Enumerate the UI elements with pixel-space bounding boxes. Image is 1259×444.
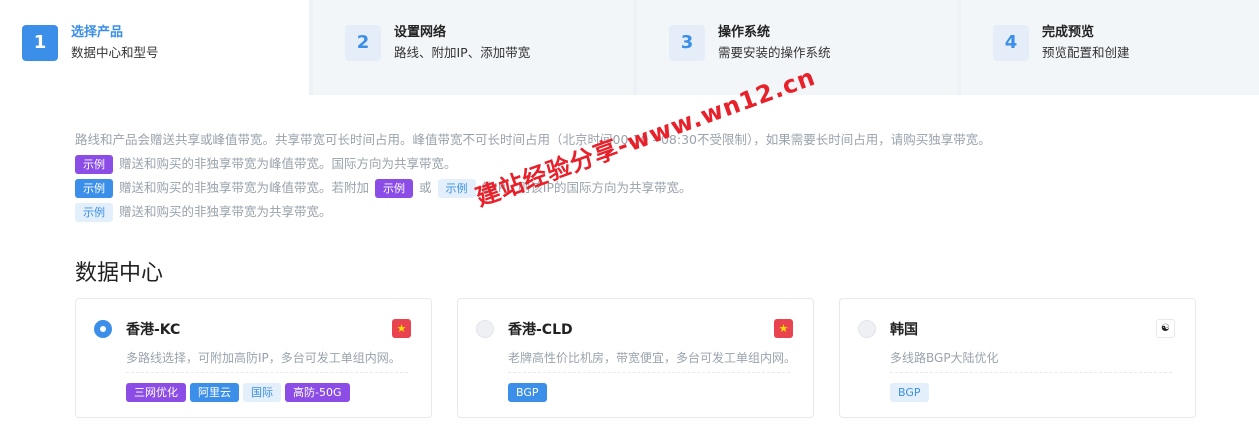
radio-unselected[interactable]: [476, 320, 494, 338]
step-title: 设置网络: [394, 24, 447, 40]
datacenter-tag: 三网优化: [126, 383, 186, 402]
example-tag-light: 示例: [75, 202, 113, 222]
hk-flag-icon: ★: [774, 319, 793, 338]
kr-flag-icon: ☯: [1156, 319, 1175, 338]
step-select-product[interactable]: 1 选择产品 数据中心和型号: [0, 0, 309, 95]
datacenter-desc: 多线路BGP大陆优化: [890, 349, 1172, 373]
radio-selected[interactable]: [94, 320, 112, 338]
step-title: 选择产品: [71, 24, 124, 40]
hk-flag-icon: ★: [392, 319, 411, 338]
step-subtitle: 预览配置和创建: [1042, 44, 1130, 60]
section-title: 数据中心: [75, 261, 164, 286]
datacenter-tag: BGP: [890, 383, 929, 402]
notice-text: 路线和产品会赠送共享或峰值带宽。共享带宽可长时间占用。峰值带宽不可长时间占用（北…: [75, 132, 991, 147]
notice-text: 赠送和购买的非独享带宽为峰值带宽。国际方向为共享带宽。: [119, 156, 457, 171]
datacenter-card-hk-cld[interactable]: 香港-CLD ★ 老牌高性价比机房，带宽便宜，多台可发工单组内网。 BGP: [457, 298, 814, 418]
notice-text: 赠送和购买的非独享带宽为峰值带宽。若附加: [119, 180, 370, 195]
step-number: 1: [22, 24, 58, 61]
step-progress: 1 选择产品 数据中心和型号 2 设置网络 路线、附加IP、添加带宽 3 操作系…: [0, 0, 1259, 95]
step-number: 4: [993, 24, 1029, 61]
datacenter-card-hk-kc[interactable]: 香港-KC ★ 多路线选择，可附加高防IP，多台可发工单组内网。 三网优化 阿里…: [75, 298, 432, 418]
datacenter-list: 香港-KC ★ 多路线选择，可附加高防IP，多台可发工单组内网。 三网优化 阿里…: [75, 298, 1196, 418]
step-subtitle: 需要安装的操作系统: [718, 44, 831, 60]
example-tag-blue: 示例: [75, 178, 113, 198]
step-number: 2: [345, 24, 381, 61]
radio-unselected[interactable]: [858, 320, 876, 338]
notice-line: 示例 赠送和购买的非独享带宽为共享带宽。: [75, 200, 991, 224]
notice-line: 路线和产品会赠送共享或峰值带宽。共享带宽可长时间占用。峰值带宽不可长时间占用（北…: [75, 128, 991, 152]
step-subtitle: 路线、附加IP、添加带宽: [394, 44, 531, 60]
datacenter-tag: 高防-50G: [285, 383, 350, 402]
step-subtitle: 数据中心和型号: [71, 44, 159, 60]
datacenter-desc: 老牌高性价比机房，带宽便宜，多台可发工单组内网。: [508, 349, 796, 373]
datacenter-name: 香港-KC: [126, 322, 181, 338]
datacenter-tag: 国际: [243, 383, 281, 402]
notice-text: 或: [419, 180, 432, 195]
step-preview[interactable]: 4 完成预览 预览配置和创建: [961, 0, 1259, 95]
step-title: 操作系统: [718, 24, 771, 40]
datacenter-tag: BGP: [508, 383, 547, 402]
step-number: 3: [669, 24, 705, 61]
step-network[interactable]: 2 设置网络 路线、附加IP、添加带宽: [313, 0, 633, 95]
notice-text: 赠送和购买的非独享带宽为共享带宽。: [119, 204, 332, 219]
datacenter-name: 韩国: [890, 322, 918, 338]
datacenter-name: 香港-CLD: [508, 322, 573, 338]
step-title: 完成预览: [1042, 24, 1095, 40]
datacenter-card-korea[interactable]: 韩国 ☯ 多线路BGP大陆优化 BGP: [839, 298, 1196, 418]
datacenter-tag: 阿里云: [190, 383, 239, 402]
example-tag-purple: 示例: [75, 154, 113, 174]
example-tag-purple: 示例: [375, 178, 414, 198]
datacenter-desc: 多路线选择，可附加高防IP，多台可发工单组内网。: [126, 349, 408, 373]
